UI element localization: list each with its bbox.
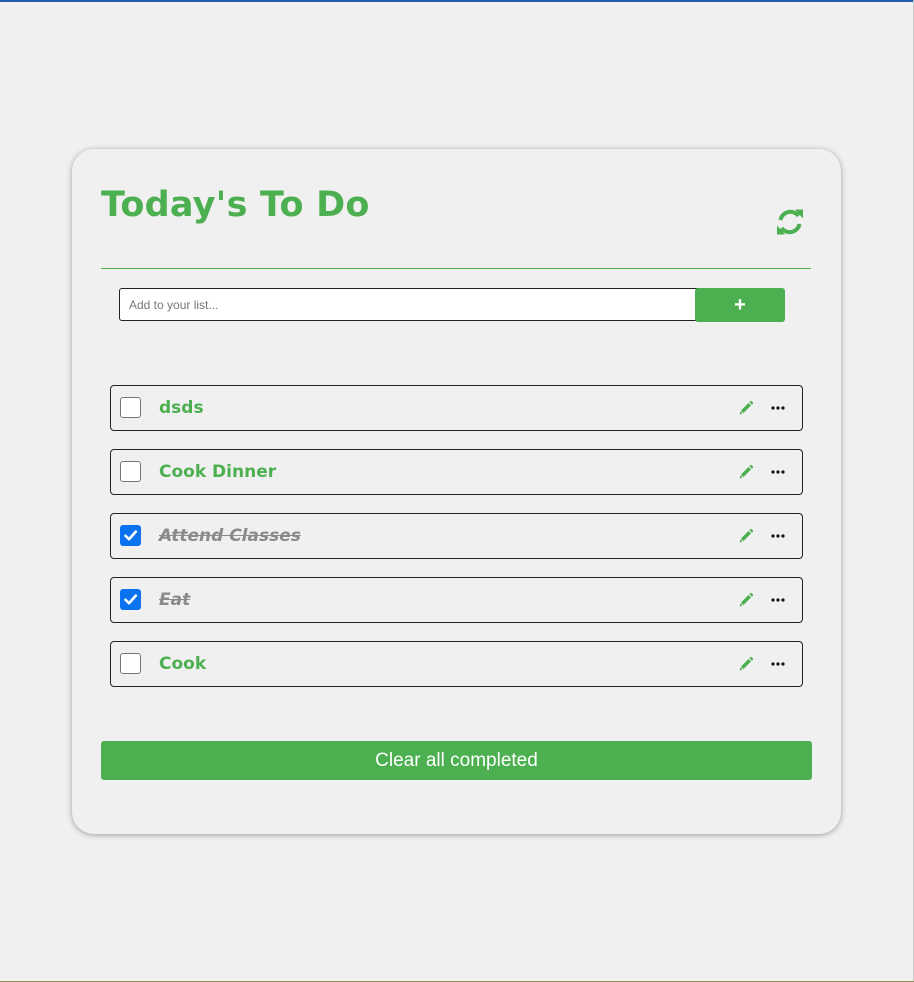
more-horizontal-icon[interactable]: [770, 400, 786, 416]
more-horizontal-icon[interactable]: [770, 528, 786, 544]
checkbox[interactable]: [120, 653, 141, 674]
checkbox-checked[interactable]: [120, 589, 141, 610]
todo-item: Cook: [110, 641, 803, 687]
todo-item: Eat: [110, 577, 803, 623]
pencil-icon[interactable]: [738, 464, 754, 480]
window-top-border: [0, 0, 914, 2]
more-horizontal-icon[interactable]: [770, 592, 786, 608]
add-item-button[interactable]: +: [695, 288, 785, 322]
add-item-input[interactable]: [119, 288, 699, 321]
checkbox[interactable]: [120, 461, 141, 482]
todo-item: dsds: [110, 385, 803, 431]
todo-text: Cook Dinner: [159, 462, 277, 482]
todo-card: Today's To Do + dsds Cook Dinner Attend Cl…: [72, 149, 841, 834]
checkbox-checked[interactable]: [120, 525, 141, 546]
clear-completed-button[interactable]: Clear all completed: [101, 741, 812, 780]
todo-text: Cook: [159, 654, 207, 674]
todo-list: dsds Cook Dinner Attend Classes Eat Cook: [110, 385, 803, 705]
refresh-icon[interactable]: [774, 206, 806, 238]
page-title: Today's To Do: [101, 185, 370, 225]
todo-item: Cook Dinner: [110, 449, 803, 495]
todo-text: Attend Classes: [159, 526, 301, 546]
pencil-icon[interactable]: [738, 400, 754, 416]
todo-item: Attend Classes: [110, 513, 803, 559]
more-horizontal-icon[interactable]: [770, 656, 786, 672]
pencil-icon[interactable]: [738, 528, 754, 544]
todo-text: dsds: [159, 398, 204, 418]
pencil-icon[interactable]: [738, 592, 754, 608]
title-divider: [101, 268, 811, 269]
checkbox[interactable]: [120, 397, 141, 418]
more-horizontal-icon[interactable]: [770, 464, 786, 480]
todo-text: Eat: [159, 590, 191, 610]
pencil-icon[interactable]: [738, 656, 754, 672]
